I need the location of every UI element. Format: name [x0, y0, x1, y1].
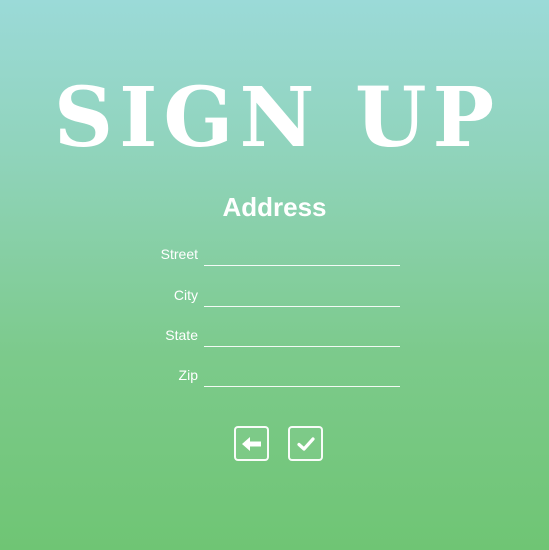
city-input[interactable]	[204, 285, 400, 307]
city-field-row: City	[0, 285, 549, 309]
state-input[interactable]	[204, 325, 400, 347]
state-field-row: State	[0, 325, 549, 349]
city-label: City	[173, 287, 198, 303]
street-field-row: Street	[0, 244, 549, 268]
arrow-left-icon	[241, 436, 261, 451]
street-label: Street	[160, 246, 198, 262]
street-input[interactable]	[204, 244, 400, 266]
page-title-text: SIGN UP	[54, 70, 500, 166]
checkmark-icon	[296, 436, 315, 451]
zip-field-row: Zip	[0, 365, 549, 389]
zip-input[interactable]	[204, 365, 400, 387]
section-title-address: Address	[222, 192, 327, 222]
submit-button[interactable]	[288, 426, 323, 461]
back-button[interactable]	[234, 426, 269, 461]
state-label: State	[165, 327, 198, 343]
zip-label: Zip	[178, 367, 198, 383]
page-title: SIGN UP	[54, 70, 494, 166]
signup-screen: SIGN UP Address Street City State Zip	[0, 0, 549, 550]
